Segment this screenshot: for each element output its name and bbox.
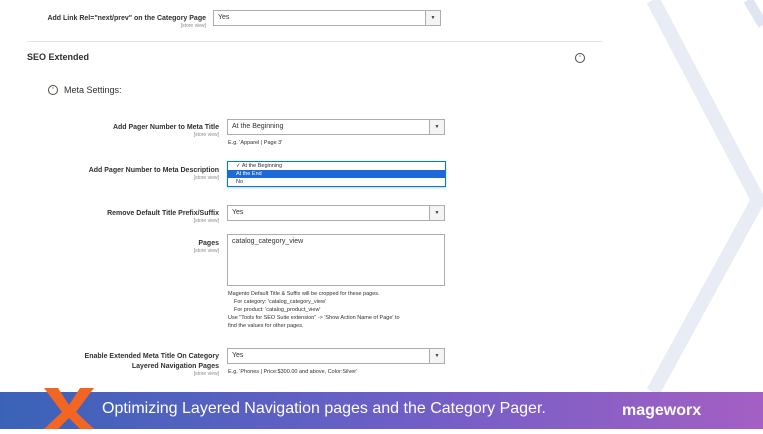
remove-default-scope: [store view]: [193, 218, 219, 224]
pages-note-2: For category: 'catalog_category_view': [234, 299, 326, 305]
pages-note-4: Use "Tools for SEO Suite extension" -> '…: [228, 315, 400, 321]
dropdown-option[interactable]: No: [228, 178, 445, 186]
remove-default-label: Remove Default Title Prefix/Suffix: [107, 210, 219, 217]
extended-title-value: Yes: [232, 352, 244, 359]
banner-caption: Optimizing Layered Navigation pages and …: [102, 400, 546, 417]
link-rel-label: Add Link Rel="next/prev" on the Category…: [47, 15, 206, 22]
link-rel-scope: [store view]: [180, 23, 206, 29]
meta-settings-collapse-icon[interactable]: ⌃: [48, 85, 58, 95]
pages-note-3: For product: 'catalog_product_view': [234, 307, 321, 313]
meta-settings-title[interactable]: Meta Settings:: [64, 85, 122, 95]
pager-desc-dropdown[interactable]: ✓ At the Beginning At the End No: [227, 161, 446, 187]
divider: [27, 41, 602, 42]
chevron-down-icon: ▼: [429, 349, 444, 363]
pager-title-hint: E.g. 'Apparel | Page 3': [228, 140, 283, 146]
pager-title-select[interactable]: At the Beginning ▼: [227, 119, 445, 135]
dropdown-option[interactable]: ✓ At the Beginning: [228, 162, 445, 170]
pages-note-5: find the values for other pages.: [228, 323, 304, 329]
chevron-down-icon: ▼: [429, 206, 444, 220]
remove-default-select[interactable]: Yes ▼: [227, 205, 445, 221]
chevron-down-icon: ▼: [429, 120, 444, 134]
mageworx-x-logo-icon: [44, 388, 94, 434]
extended-title-label-line1: Enable Extended Meta Title On Category: [84, 353, 219, 360]
background-decoration: [623, 0, 763, 392]
pages-label: Pages: [198, 240, 219, 247]
section-title[interactable]: SEO Extended: [27, 52, 89, 62]
pages-textarea[interactable]: catalog_category_view: [227, 234, 445, 286]
chevron-down-icon: ▼: [425, 11, 440, 25]
pages-scope: [store view]: [193, 248, 219, 254]
extended-title-hint: E.g. 'Phones | Price:$300.00 and above, …: [228, 369, 358, 375]
pager-desc-scope: [store view]: [193, 175, 219, 181]
brand-logo: mageworx: [622, 402, 702, 419]
extended-title-scope: [store view]: [193, 371, 219, 377]
remove-default-value: Yes: [232, 209, 244, 216]
collapse-icon[interactable]: ⌃: [575, 53, 585, 63]
link-rel-value: Yes: [218, 14, 230, 21]
dropdown-option-selected[interactable]: At the End: [228, 170, 445, 178]
pages-note-1: Magento Default Title & Suffix will be c…: [228, 291, 380, 297]
extended-title-select[interactable]: Yes ▼: [227, 348, 445, 364]
pager-title-label: Add Pager Number to Meta Title: [112, 124, 219, 131]
pager-title-scope: [store view]: [193, 132, 219, 138]
pager-title-value: At the Beginning: [232, 123, 284, 130]
link-rel-select[interactable]: Yes ▼: [213, 10, 441, 26]
pager-desc-label: Add Pager Number to Meta Description: [88, 167, 219, 174]
extended-title-label-line2: Layered Navigation Pages: [131, 363, 219, 370]
